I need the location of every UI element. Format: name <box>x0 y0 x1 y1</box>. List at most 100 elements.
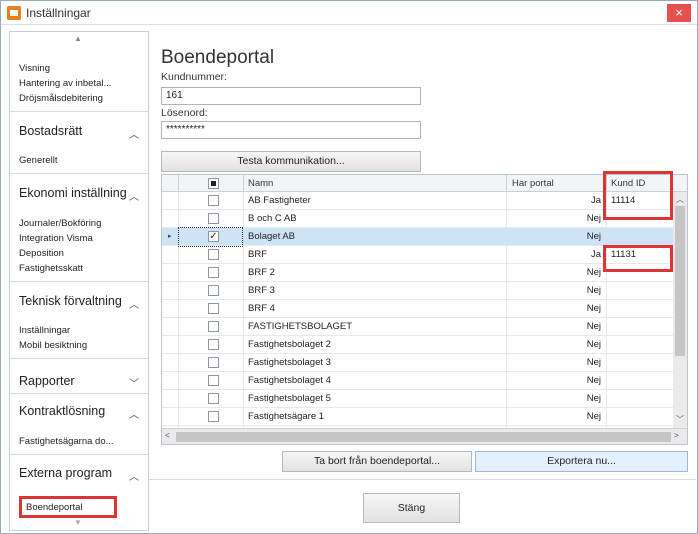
sidebar-item-drojsmal[interactable]: Dröjsmålsdebitering <box>19 93 103 104</box>
divider <box>10 111 148 112</box>
row-checkbox[interactable] <box>208 375 219 386</box>
losenord-input[interactable]: ********** <box>161 121 421 139</box>
chevron-up-icon[interactable]: ︿ <box>129 468 139 483</box>
section-kontraktlosning[interactable]: Kontraktlösning <box>19 404 105 418</box>
horizontal-scrollbar[interactable]: < > <box>162 428 687 444</box>
sidebar: ▲ Visning Hantering av inbetal... Dröjsm… <box>9 31 149 531</box>
cell-har-portal: Nej <box>586 375 601 386</box>
row-indicator-icon: ▸ <box>168 233 172 240</box>
remove-from-portal-button[interactable]: Ta bort från boendeportal... <box>282 451 472 472</box>
row-checkbox[interactable] <box>208 213 219 224</box>
scroll-down-icon[interactable]: ﹀ <box>676 414 684 425</box>
divider <box>10 358 148 359</box>
kundnummer-input[interactable]: 161 <box>161 87 421 105</box>
divider <box>10 173 148 174</box>
sidebar-item-installningar[interactable]: Inställningar <box>19 325 70 336</box>
kundnummer-label: Kundnummer: <box>161 71 227 83</box>
settings-window: Inställningar × ▲ Visning Hantering av i… <box>0 0 698 534</box>
divider <box>10 454 148 455</box>
cell-name: Fastighetsbolaget 4 <box>248 375 331 386</box>
table-row[interactable]: BRF 4 Nej <box>162 300 673 318</box>
sidebar-item-boendeportal[interactable]: Boendeportal <box>19 496 117 518</box>
export-now-button[interactable]: Exportera nu... <box>475 451 688 472</box>
chevron-up-icon[interactable]: ︿ <box>129 406 139 421</box>
sidebar-item-hantering[interactable]: Hantering av inbetal... <box>19 78 111 89</box>
section-externa-program[interactable]: Externa program <box>19 466 112 480</box>
scroll-thumb[interactable] <box>675 206 685 356</box>
row-checkbox[interactable] <box>208 285 219 296</box>
select-all-checkbox[interactable] <box>208 178 219 189</box>
table-row[interactable]: ▸ ✓ Bolaget AB Nej <box>162 227 673 247</box>
section-bostadsratt[interactable]: Bostadsrätt <box>19 124 82 138</box>
close-window-button[interactable]: × <box>667 4 691 22</box>
scroll-up-icon[interactable]: ▲ <box>74 34 82 43</box>
scroll-up-icon[interactable]: ︿ <box>676 194 684 205</box>
table-row[interactable]: Fastighetsbolaget 3 Nej <box>162 354 673 372</box>
sidebar-item-deposition[interactable]: Deposition <box>19 248 64 259</box>
table-row[interactable]: Fastighetsbolaget 5 Nej <box>162 390 673 408</box>
title-bar: Inställningar × <box>1 1 697 25</box>
sidebar-item-mobil-besiktning[interactable]: Mobil besiktning <box>19 340 87 351</box>
cell-har-portal: Ja <box>590 195 601 206</box>
column-header-har-portal[interactable]: Har portal <box>512 178 554 189</box>
cell-har-portal: Nej <box>586 321 601 332</box>
cell-har-portal: Nej <box>586 393 601 404</box>
table-row[interactable]: BRF 2 Nej <box>162 264 673 282</box>
row-checkbox[interactable] <box>208 195 219 206</box>
chevron-up-icon[interactable]: ︿ <box>129 188 139 203</box>
sidebar-item-generellt[interactable]: Generellt <box>19 155 58 166</box>
sidebar-item-integration-visma[interactable]: Integration Visma <box>19 233 93 244</box>
page-title: Boendeportal <box>161 47 275 68</box>
cell-name: AB Fastigheter <box>248 195 311 206</box>
losenord-label: Lösenord: <box>161 107 208 119</box>
row-checkbox[interactable]: ✓ <box>208 231 219 242</box>
row-checkbox[interactable] <box>208 357 219 368</box>
window-title: Inställningar <box>26 6 91 20</box>
table-row[interactable]: Fastighetsägare 1 Nej <box>162 408 673 426</box>
table-row[interactable]: BRF Ja 11131 <box>162 246 673 264</box>
cell-har-portal: Nej <box>586 411 601 422</box>
test-connection-button[interactable]: Testa kommunikation... <box>161 151 421 172</box>
cell-name: BRF 3 <box>248 285 275 296</box>
section-ekonomi[interactable]: Ekonomi inställning <box>19 186 127 200</box>
vertical-scrollbar[interactable]: ︿ ﹀ <box>673 192 687 428</box>
row-checkbox[interactable] <box>208 393 219 404</box>
table-row[interactable]: FASTIGHETSBOLAGET Nej <box>162 318 673 336</box>
cell-name: Bolaget AB <box>248 231 296 242</box>
table-row[interactable]: Fastighetsbolaget 4 Nej <box>162 372 673 390</box>
table-row[interactable]: AB Fastigheter Ja 11114 <box>162 192 673 210</box>
row-checkbox[interactable] <box>208 339 219 350</box>
column-header-namn[interactable]: Namn <box>248 178 273 189</box>
scroll-down-icon[interactable]: ▼ <box>74 518 82 527</box>
cell-name: FASTIGHETSBOLAGET <box>248 321 352 332</box>
chevron-up-icon[interactable]: ︿ <box>129 296 139 311</box>
sidebar-item-label: Boendeportal <box>26 502 83 513</box>
sidebar-item-journaler[interactable]: Journaler/Bokföring <box>19 218 101 229</box>
row-checkbox[interactable] <box>208 411 219 422</box>
table-row[interactable]: B och C AB Nej <box>162 210 673 228</box>
sidebar-item-visning[interactable]: Visning <box>19 63 50 74</box>
chevron-down-icon[interactable]: ﹀ <box>129 375 139 390</box>
table-row[interactable]: Fastighetsbolaget 2 Nej <box>162 336 673 354</box>
row-checkbox[interactable] <box>208 303 219 314</box>
cell-name: Fastighetsbolaget 5 <box>248 393 331 404</box>
close-button[interactable]: Stäng <box>363 493 460 523</box>
sidebar-item-fastighetsagarna[interactable]: Fastighetsägarna do... <box>19 436 114 447</box>
chevron-up-icon[interactable]: ︿ <box>129 126 139 141</box>
table-row[interactable]: BRF 3 Nej <box>162 282 673 300</box>
divider <box>149 479 696 480</box>
sidebar-item-fastighetsskatt[interactable]: Fastighetsskatt <box>19 263 83 274</box>
cell-name: BRF <box>248 249 267 260</box>
scroll-right-icon[interactable]: > <box>674 431 679 440</box>
scroll-left-icon[interactable]: < <box>165 431 170 440</box>
cell-name: Fastighetsägare 1 <box>248 411 325 422</box>
cell-har-portal: Nej <box>586 231 601 242</box>
row-checkbox[interactable] <box>208 249 219 260</box>
section-rapporter[interactable]: Rapporter <box>19 374 75 388</box>
scroll-thumb[interactable] <box>176 432 671 442</box>
highlight-kund-id-value <box>603 245 673 272</box>
row-checkbox[interactable] <box>208 321 219 332</box>
app-window-icon <box>7 6 21 20</box>
section-teknisk[interactable]: Teknisk förvaltning <box>19 294 122 308</box>
row-checkbox[interactable] <box>208 267 219 278</box>
